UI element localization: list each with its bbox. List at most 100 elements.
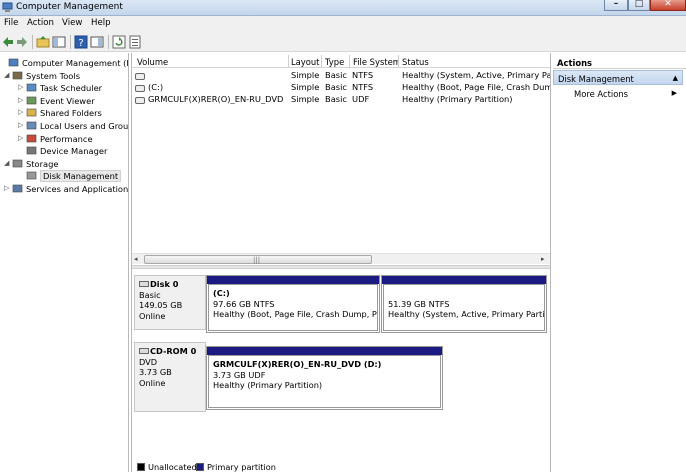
menu-view[interactable]: View: [62, 18, 82, 28]
cell-layout: Simple: [291, 82, 320, 92]
partition-dvd[interactable]: GRMCULF(X)RER(O)_EN-RU_DVD (D:) 3.73 GB …: [206, 346, 443, 410]
close-icon: ✕: [664, 0, 672, 9]
volume-row[interactable]: GRMCULF(X)RER(O)_EN-RU_DVD (D:) Simple Bas…: [132, 93, 550, 106]
maximize-icon: □: [634, 0, 644, 9]
forward-arrow-icon[interactable]: [15, 35, 29, 49]
close-button[interactable]: ✕: [650, 0, 686, 11]
cell-type: Basic: [325, 94, 347, 104]
legend-primary-partition: Primary partition: [207, 462, 276, 472]
navigation-tree: Computer Management (Local◢System Tools▷…: [0, 53, 129, 472]
expand-collapse-icon[interactable]: ▷: [18, 121, 25, 130]
actions-header: Actions: [553, 55, 686, 69]
up-folder-icon[interactable]: [36, 35, 50, 49]
menu-file[interactable]: File: [4, 18, 18, 28]
system-tools-icon: [12, 70, 23, 81]
more-actions-item[interactable]: More Actions ▶: [553, 89, 683, 101]
tree-item-label: Computer Management (Local: [22, 58, 128, 68]
disk-state: Online: [139, 310, 166, 321]
refresh-icon[interactable]: [112, 35, 126, 49]
disk-management-pane: Volume Layout Type File System Status Si…: [131, 53, 551, 472]
disk-size: 3.73 GB: [139, 367, 172, 377]
expand-collapse-icon[interactable]: ▷: [18, 83, 25, 92]
volume-row[interactable]: Simple Basic NTFS Healthy (System, Active, …: [132, 69, 550, 81]
disk-name: Disk 0: [150, 279, 179, 289]
cd-drive-icon: [139, 348, 149, 354]
menu-action[interactable]: Action: [27, 18, 54, 28]
performance-icon: [26, 133, 37, 144]
show-hide-tree-icon[interactable]: [52, 35, 66, 49]
volume-row[interactable]: (C:) Simple Basic NTFS Healthy (Boot, Page F…: [132, 81, 550, 93]
unallocated-swatch: [137, 463, 145, 471]
minimize-button[interactable]: –: [604, 0, 628, 11]
column-file-system[interactable]: File System: [353, 57, 399, 67]
expand-collapse-icon[interactable]: ▷: [18, 108, 25, 117]
pane-splitter[interactable]: [132, 265, 550, 269]
computer-management-icon: [8, 57, 19, 68]
actions-section-disk-management[interactable]: Disk Management ▲: [553, 70, 683, 85]
minimize-icon: –: [613, 0, 619, 9]
column-divider[interactable]: [321, 55, 322, 68]
legend-unallocated: Unallocated: [148, 462, 197, 472]
column-status[interactable]: Status: [402, 57, 542, 67]
partition-c[interactable]: (C:) 97.66 GB NTFS Healthy (Boot, Page F…: [206, 275, 380, 333]
disk-0-label[interactable]: Disk 0 Basic 149.05 GB Online: [134, 275, 206, 330]
scroll-right-icon[interactable]: ▸: [541, 255, 545, 263]
toolbar-separator: [108, 35, 109, 49]
export-list-icon[interactable]: [128, 35, 142, 49]
disk-size: 149.05 GB: [139, 300, 183, 310]
cell-file-system: NTFS: [352, 82, 374, 92]
cell-layout: Simple: [291, 70, 320, 80]
title-bar: Computer Management – □ ✕: [0, 0, 686, 16]
tree-item-label: Disk Management: [40, 170, 122, 183]
column-layout[interactable]: Layout: [291, 57, 321, 67]
tree-item-label: Performance: [40, 133, 93, 144]
svg-text:?: ?: [78, 38, 83, 49]
column-volume[interactable]: Volume: [137, 57, 287, 67]
cell-type: Basic: [325, 70, 347, 80]
expand-collapse-icon[interactable]: ▷: [18, 96, 25, 105]
cdrom-0-label[interactable]: CD-ROM 0 DVD 3.73 GB Online: [134, 342, 206, 412]
disk-state: Online: [139, 377, 166, 388]
tree-item-label: Shared Folders: [40, 108, 102, 119]
toolbar: ?: [0, 32, 686, 52]
partition-name: GRMCULF(X)RER(O)_EN-RU_DVD (D:): [213, 359, 382, 369]
expand-collapse-icon[interactable]: ▷: [18, 134, 25, 143]
collapse-up-icon[interactable]: ▲: [673, 74, 678, 82]
help-icon[interactable]: ?: [74, 35, 88, 49]
section-title: Disk Management: [558, 74, 634, 84]
window-title: Computer Management: [16, 2, 123, 12]
hard-disk-icon: [139, 281, 149, 287]
cell-status: Healthy (Boot, Page File, Crash Dump, P: [402, 82, 550, 92]
partition-size: 51.39 GB NTFS: [388, 298, 450, 309]
expand-collapse-icon[interactable]: ◢: [4, 71, 11, 80]
partition-system[interactable]: 51.39 GB NTFS Healthy (System, Active, P…: [381, 275, 547, 333]
toolbar-separator: [32, 35, 33, 49]
expand-collapse-icon[interactable]: ◢: [4, 159, 11, 168]
cell-file-system: UDF: [352, 94, 370, 104]
scroll-left-icon[interactable]: ◂: [134, 255, 138, 263]
task-scheduler-icon: [26, 82, 37, 93]
column-divider[interactable]: [349, 55, 350, 68]
tree-item-label: Local Users and Groups: [40, 121, 129, 131]
expand-collapse-icon[interactable]: ▷: [4, 184, 11, 193]
maximize-button[interactable]: □: [628, 0, 650, 11]
primary-partition-swatch: [196, 463, 204, 471]
disk-type: DVD: [139, 356, 158, 367]
menu-help[interactable]: Help: [91, 18, 111, 28]
tree-item-label: Event Viewer: [40, 95, 95, 106]
horizontal-scrollbar[interactable]: ◂ ||| ▸: [132, 253, 550, 264]
column-type[interactable]: Type: [325, 57, 348, 67]
cell-file-system: NTFS: [352, 70, 374, 80]
scrollbar-grip-icon: |||: [253, 256, 261, 264]
scrollbar-thumb[interactable]: |||: [144, 255, 372, 264]
properties-pane-icon[interactable]: [90, 35, 104, 49]
volume-drive-icon: [135, 96, 145, 106]
cell-layout: Simple: [291, 94, 320, 104]
back-arrow-icon[interactable]: [1, 35, 15, 49]
primary-partition-bar: [207, 276, 379, 284]
column-divider[interactable]: [398, 55, 399, 68]
shared-folders-icon: [26, 107, 37, 118]
column-divider[interactable]: [288, 55, 289, 68]
